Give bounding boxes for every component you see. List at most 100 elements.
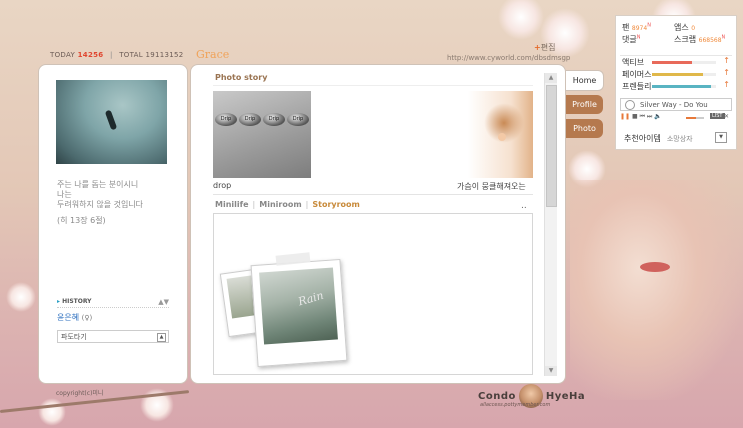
- stop-icon[interactable]: ■: [632, 113, 638, 120]
- pause-icon[interactable]: ❚❚: [620, 113, 630, 120]
- chevron-down-icon[interactable]: ▼: [715, 132, 727, 143]
- owner-name: Grace: [196, 48, 230, 61]
- today-label: TODAY: [50, 51, 76, 59]
- gauge-label: 액티브: [622, 58, 645, 67]
- prev-icon[interactable]: ⏮: [640, 113, 645, 120]
- tab-photo[interactable]: Photo: [566, 119, 603, 138]
- storyroom-viewer[interactable]: Rain: [213, 213, 533, 375]
- gauge-active[interactable]: 액티브 ↑: [622, 56, 730, 68]
- gauge-label: 페이머스: [622, 70, 652, 79]
- wave-surf-select[interactable]: 파도타기 ▲: [57, 330, 169, 343]
- scroll-up-icon[interactable]: ▲: [545, 73, 557, 83]
- divider: [213, 85, 533, 86]
- arrow-up-icon: ↑: [723, 80, 730, 89]
- volume-fill: [686, 117, 696, 119]
- more-button[interactable]: ..: [521, 201, 527, 211]
- fan-value: 8974: [631, 25, 648, 32]
- edit-link-label: 편집: [540, 43, 556, 52]
- blossom-decoration: [6, 282, 36, 312]
- polaroid-front: Rain: [250, 258, 348, 368]
- photo-caption[interactable]: drop: [213, 181, 231, 190]
- gauge-friendly[interactable]: 프렌들리 ↑: [622, 80, 730, 92]
- gauge-famous[interactable]: 페이머스 ↑: [622, 68, 730, 80]
- new-badge: N: [647, 22, 651, 29]
- track-title: Silver Way - Do You: [640, 101, 708, 109]
- blossom-decoration: [38, 398, 66, 426]
- recommend-item[interactable]: 추천아이템 소망상자: [624, 133, 693, 144]
- profile-line: (히 13장 6절): [57, 216, 106, 225]
- profile-photo[interactable]: [56, 80, 167, 164]
- arrow-up-icon: ↑: [723, 56, 730, 65]
- visit-counter: TODAY 14256 | TOTAL 19113152: [50, 51, 183, 59]
- expand-arrows-icon[interactable]: ▲▼: [158, 298, 169, 306]
- photo-dot: [498, 133, 506, 141]
- tab-separator: |: [305, 200, 309, 209]
- illustration-lips: [640, 262, 670, 272]
- tab-miniroom[interactable]: Miniroom: [259, 200, 301, 209]
- scrap-stat[interactable]: 스크랩 668568N: [674, 34, 725, 45]
- history-header[interactable]: ▸ HISTORY ▲▼: [57, 298, 169, 308]
- scroll-thumb[interactable]: [546, 85, 557, 207]
- next-icon[interactable]: ⏭: [647, 113, 652, 120]
- owner-real-name: 윤은혜: [57, 313, 80, 322]
- select-arrow-icon[interactable]: ▲: [157, 333, 166, 342]
- volume-slider[interactable]: [686, 117, 704, 119]
- profile-line: 주는 나를 돕는 분이시니: [57, 180, 139, 189]
- profile-panel: 주는 나를 돕는 분이시니 나는 두려워하지 않을 것입니다 (히 13장 6절…: [38, 64, 188, 384]
- tab-home[interactable]: Home: [566, 70, 604, 91]
- triangle-right-icon: ▸: [57, 298, 61, 305]
- scrap-label: 스크랩: [674, 35, 697, 44]
- recommend-shop[interactable]: 소망상자: [667, 135, 693, 143]
- today-value: 14256: [77, 51, 104, 59]
- tab-storyroom[interactable]: Storyroom: [312, 200, 360, 209]
- new-badge: N: [636, 34, 641, 41]
- total-value: 19113152: [145, 51, 184, 59]
- edit-link[interactable]: +편집: [534, 42, 555, 53]
- main-content-panel: Photo story Drip Drip Drip Drip drop 가슴이…: [190, 64, 566, 384]
- homepage-url[interactable]: http://www.cyworld.com/dbsdmsgp: [447, 54, 570, 62]
- profile-line: 나는: [57, 190, 72, 199]
- signature-text: HyeHa: [545, 391, 586, 402]
- arrow-up-icon: ↑: [723, 68, 730, 77]
- gauge-track: [652, 85, 716, 88]
- photo-thumbnail-drop[interactable]: Drip Drip Drip Drip: [213, 91, 311, 178]
- bgm-player[interactable]: Silver Way - Do You: [620, 98, 732, 111]
- apps-label: 앱스: [674, 23, 689, 32]
- gauge-fill: [652, 73, 704, 76]
- scrap-value: 668568: [698, 37, 722, 44]
- fan-stat[interactable]: 팬 8974N: [622, 22, 651, 33]
- tab-minilife[interactable]: Minilife: [215, 200, 249, 209]
- gauge-label: 프렌들리: [622, 82, 652, 91]
- history-label: HISTORY: [62, 298, 92, 305]
- scroll-down-icon[interactable]: ▼: [545, 366, 557, 376]
- drip-glyph: Drip: [215, 113, 237, 126]
- close-icon[interactable]: ✕: [724, 113, 729, 120]
- apps-stat[interactable]: 앱스 0: [674, 22, 695, 33]
- volume-icon[interactable]: 🔈: [654, 113, 661, 120]
- photo-story-title: Photo story: [215, 73, 268, 82]
- photo-thumbnail-second[interactable]: [315, 91, 533, 178]
- apps-value: 0: [691, 25, 696, 32]
- fan-label: 팬: [622, 23, 630, 32]
- gender-icon: (♀): [81, 314, 93, 322]
- playlist-button[interactable]: LIST: [710, 113, 725, 119]
- new-badge: N: [721, 34, 726, 41]
- drip-glyph: Drip: [263, 113, 285, 126]
- main-scrollbar[interactable]: ▲ ▼: [544, 73, 557, 376]
- gauge-fill: [652, 61, 692, 64]
- gauge-track: [652, 73, 716, 76]
- comment-stat[interactable]: 댓글N: [622, 34, 640, 45]
- gauge-fill: [652, 85, 711, 88]
- gauge-track: [652, 61, 716, 64]
- photo-figure: [104, 109, 118, 131]
- tab-profile[interactable]: Profile: [566, 95, 603, 114]
- counter-separator: |: [110, 51, 113, 59]
- owner-info[interactable]: 윤은혜 (♀): [57, 312, 92, 323]
- tab-separator: |: [252, 200, 256, 209]
- stats-widget: 팬 8974N 앱스 0 댓글N 스크랩 668568N 액티브 ↑ 페이머스 ↑ …: [615, 15, 737, 150]
- photo-caption[interactable]: 가슴이 뭉클해져오는: [457, 181, 526, 192]
- signature-text: Condo: [478, 391, 516, 402]
- comment-label: 댓글: [622, 35, 637, 44]
- mini-tabs: Minilife | Miniroom | Storyroom: [215, 200, 360, 209]
- blossom-decoration: [498, 0, 544, 40]
